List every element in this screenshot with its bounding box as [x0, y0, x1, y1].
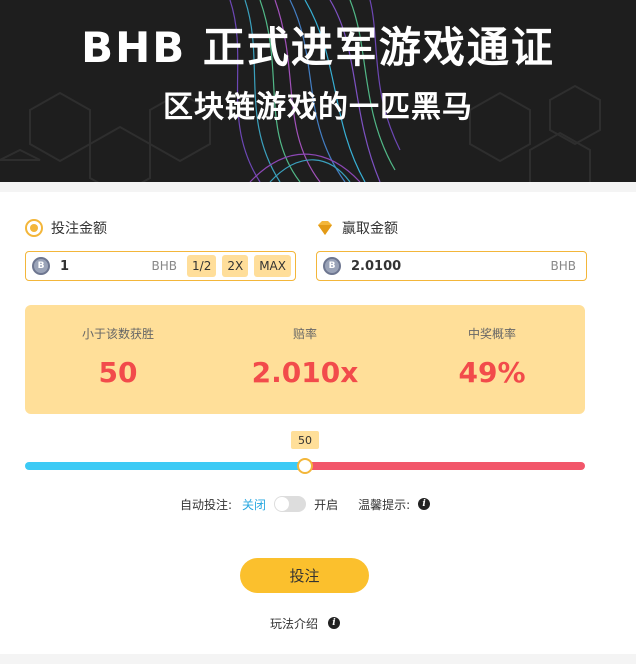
win-amount-value[interactable]: 2.0100: [351, 259, 551, 274]
odds-stat: 赔率 2.010x: [212, 305, 398, 389]
stats-box: 小于该数获胜 50 赔率 2.010x 中奖概率 49%: [25, 305, 585, 414]
slider-thumb[interactable]: [297, 458, 313, 474]
slider-track-low: [25, 462, 305, 470]
slider-value-tooltip: 50: [291, 431, 319, 449]
diamond-icon: [318, 221, 332, 235]
bhb-coin-icon: B: [32, 257, 50, 275]
banner-subtitle: 区块链游戏的一匹黑马: [163, 90, 473, 125]
dice-game-panel: 投注金额 B 1 BHB 1/2 2X MAX 赢取金额 B 2.0100 BH…: [0, 192, 636, 654]
max-button[interactable]: MAX: [254, 255, 291, 277]
win-unit: BHB: [550, 259, 577, 273]
how-to-play-label[interactable]: 玩法介绍: [270, 615, 318, 632]
half-button[interactable]: 1/2: [187, 255, 217, 277]
bet-amount-input[interactable]: B 1 BHB 1/2 2X MAX: [25, 251, 296, 281]
toggle-knob: [275, 497, 290, 511]
win-amount-label: 赢取金额: [342, 221, 398, 237]
win-threshold-value: 50: [98, 356, 138, 389]
double-button[interactable]: 2X: [222, 255, 249, 277]
win-amount-input[interactable]: B 2.0100 BHB: [316, 251, 587, 281]
bet-amount-label-row: 投注金额: [25, 218, 107, 238]
slider-track-high: [305, 462, 585, 470]
tips-info-icon[interactable]: i: [418, 498, 431, 510]
bet-amount-label: 投注金额: [51, 221, 107, 237]
bet-amount-value[interactable]: 1: [60, 259, 152, 274]
auto-bet-on-label: 开启: [314, 497, 339, 512]
win-amount-label-row: 赢取金额: [316, 218, 398, 238]
auto-bet-off-label: 关闭: [242, 497, 267, 512]
tips-label: 温馨提示:: [358, 497, 411, 512]
odds-value: 2.010x: [251, 356, 359, 389]
place-bet-button[interactable]: 投注: [240, 558, 369, 593]
win-chance-stat: 中奖概率 49%: [399, 305, 585, 389]
win-chance-value: 49%: [458, 356, 526, 389]
odds-label: 赔率: [292, 327, 317, 341]
coin-target-icon: [25, 219, 43, 237]
how-to-play-link[interactable]: 玩法介绍 i: [270, 614, 341, 632]
bet-unit: BHB: [151, 259, 178, 273]
win-chance-label: 中奖概率: [467, 327, 516, 341]
auto-bet-label: 自动投注:: [180, 497, 233, 512]
auto-bet-toggle[interactable]: [274, 496, 307, 512]
auto-bet-row: 自动投注: 关闭 开启 温馨提示: i: [180, 494, 431, 514]
banner-title: BHB 正式进军游戏通证: [81, 23, 555, 72]
win-threshold-stat: 小于该数获胜 50: [25, 305, 211, 389]
win-threshold-label: 小于该数获胜: [81, 327, 154, 341]
bhb-coin-icon: B: [323, 257, 341, 275]
hero-banner: BHB 正式进军游戏通证 区块链游戏的一匹黑马: [0, 0, 636, 182]
how-to-play-info-icon[interactable]: i: [328, 617, 341, 629]
